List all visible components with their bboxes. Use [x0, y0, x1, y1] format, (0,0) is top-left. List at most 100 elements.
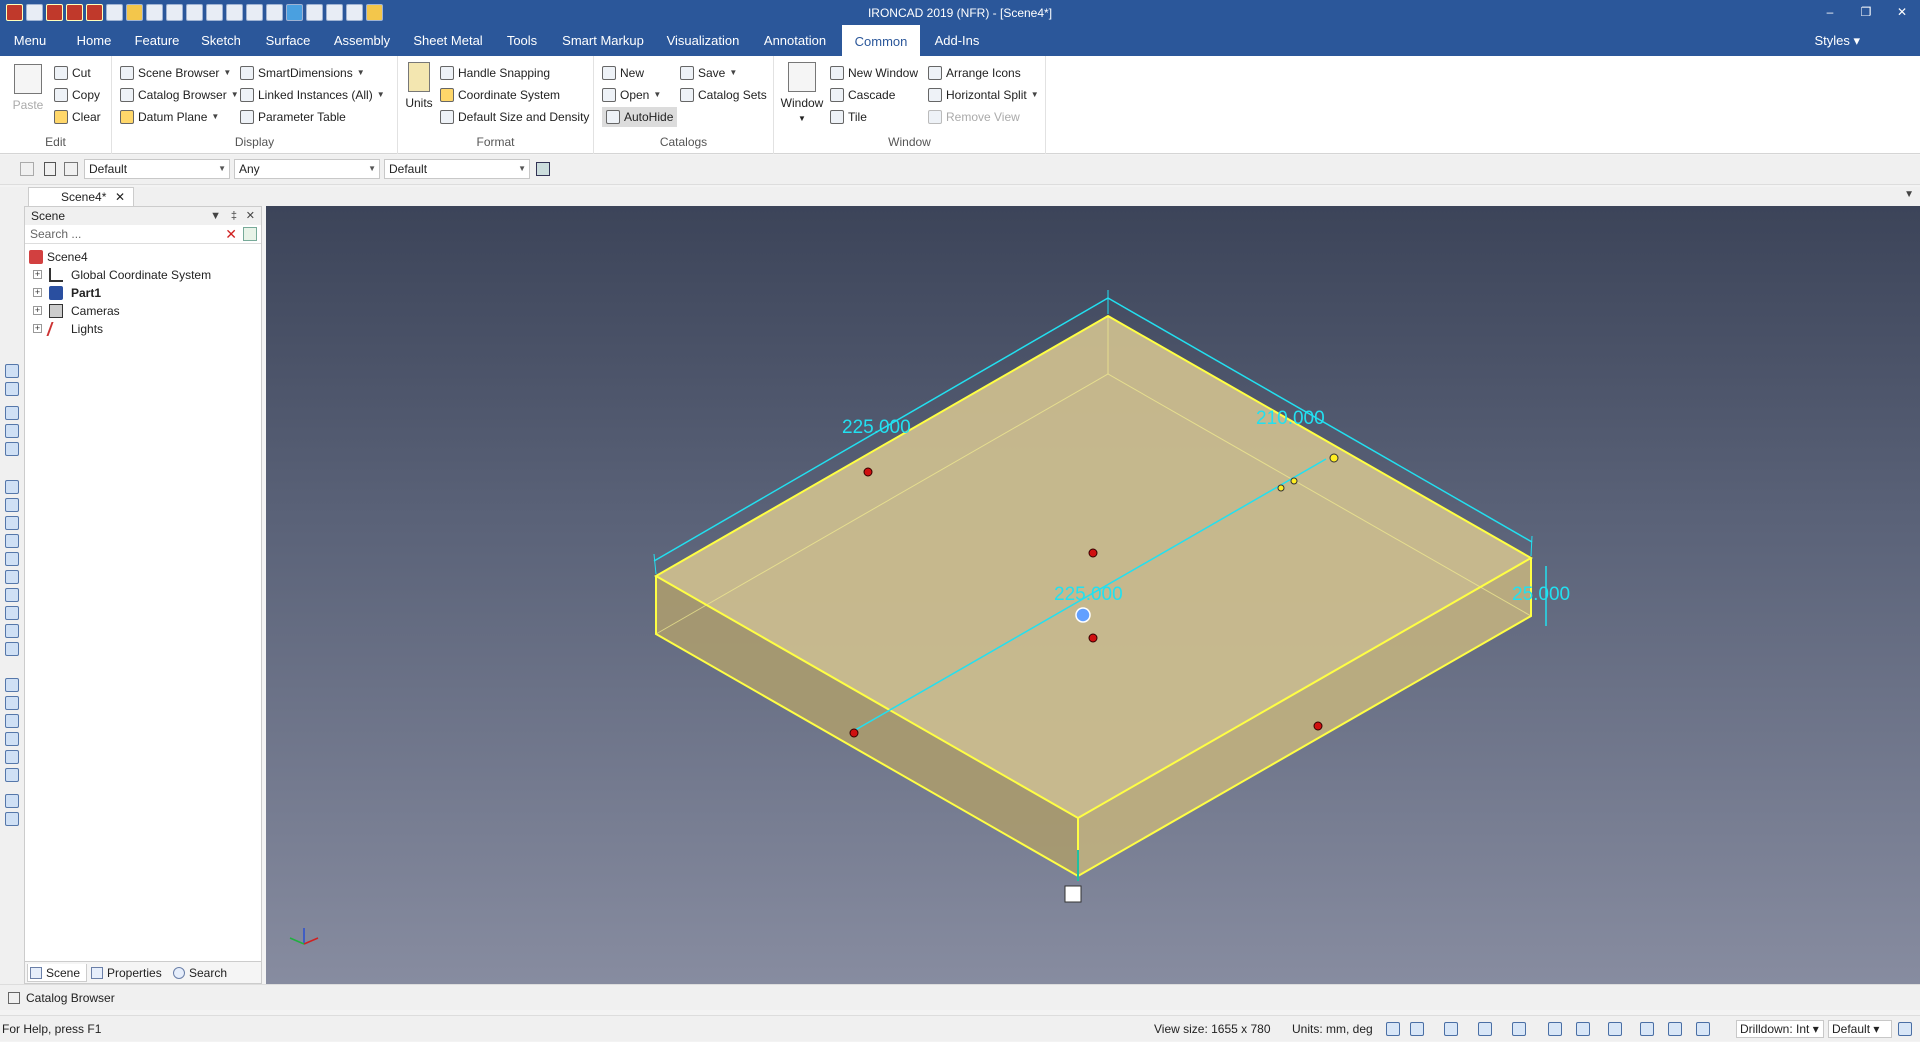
close-button[interactable]: ✕ [1884, 0, 1920, 25]
select-arrow-icon[interactable] [20, 162, 34, 176]
filter-icon[interactable] [243, 227, 257, 241]
tree-item-cameras[interactable]: + Cameras [25, 302, 261, 320]
styles-menu[interactable]: Styles ▾ [1814, 33, 1860, 49]
anchor-icon[interactable] [1064, 885, 1082, 903]
tab-scene[interactable]: Scene [27, 964, 87, 982]
expand-icon[interactable]: + [33, 288, 42, 297]
anchor-handle[interactable] [1075, 607, 1091, 623]
drilldown-select[interactable]: Drilldown: Int ▾ [1736, 1020, 1824, 1038]
cut-button[interactable]: Cut [54, 63, 91, 83]
tool-4-icon[interactable] [5, 424, 19, 438]
scene-search-input[interactable]: Search ... ✕ [25, 225, 261, 244]
tab-home[interactable]: Home [70, 25, 118, 56]
tool-22-icon[interactable] [5, 794, 19, 808]
clear-search-icon[interactable]: ✕ [225, 227, 237, 241]
catalog-sets-button[interactable]: Catalog Sets [680, 85, 767, 105]
tool-21-icon[interactable] [5, 768, 19, 782]
restore-button[interactable]: ❐ [1848, 0, 1884, 25]
size-handle[interactable] [1277, 484, 1285, 492]
size-handle[interactable] [863, 467, 873, 477]
tool-6-icon[interactable] [5, 480, 19, 494]
expand-icon[interactable]: + [33, 324, 42, 333]
parameter-table-button[interactable]: Parameter Table [240, 107, 346, 127]
size-handle[interactable] [1313, 721, 1323, 731]
standard-view-icon[interactable] [1478, 1022, 1492, 1036]
close-tab-icon[interactable]: ✕ [115, 188, 125, 206]
cascade-button[interactable]: Cascade [830, 85, 895, 105]
doc-tab-scene4[interactable]: Scene4* ✕ [28, 187, 134, 206]
arrange-icons-button[interactable]: Arrange Icons [928, 63, 1021, 83]
handle-snapping-button[interactable]: Handle Snapping [440, 63, 550, 83]
catalog-browser-bar[interactable]: Catalog Browser [0, 984, 1920, 1010]
grid-icon[interactable] [1668, 1022, 1682, 1036]
light-icon[interactable] [1576, 1022, 1590, 1036]
catalog-save-button[interactable]: Save ▼ [680, 63, 737, 83]
size-handle[interactable] [1329, 453, 1339, 463]
combo-default-2[interactable]: Default ▼ [384, 159, 530, 179]
tree-view-icon[interactable] [1898, 1022, 1912, 1036]
tool-10-icon[interactable] [5, 552, 19, 566]
datum-plane-button[interactable]: Datum Plane ▼ [120, 107, 219, 127]
coordinate-system-button[interactable]: Coordinate System [440, 85, 560, 105]
tree-item-lights[interactable]: + Lights [25, 320, 261, 338]
tree-item-global-coordinate-system[interactable]: + Global Coordinate System [25, 266, 261, 284]
panel-close-icon[interactable]: ✕ [246, 207, 255, 225]
tree-item-scene4[interactable]: Scene4 [25, 248, 261, 266]
units-button[interactable]: Units [402, 62, 436, 110]
pin-icon[interactable]: ‡ [231, 207, 237, 225]
tool-20-icon[interactable] [5, 750, 19, 764]
view-cube-icon[interactable] [1444, 1022, 1458, 1036]
clear-button[interactable]: Clear [54, 107, 101, 127]
tree-item-part1[interactable]: + Part1 [25, 284, 261, 302]
combo-default-1[interactable]: Default ▼ [84, 159, 230, 179]
remove-view-button[interactable]: Remove View [928, 107, 1020, 127]
3d-viewport[interactable]: 225.000 210.000 225.000 25.000 [266, 206, 1920, 984]
tab-feature[interactable]: Feature [132, 25, 182, 56]
tool-1-icon[interactable] [5, 364, 19, 378]
dimension-label-center[interactable]: 225.000 [1054, 584, 1123, 605]
tab-surface[interactable]: Surface [260, 25, 316, 56]
tab-smart-markup[interactable]: Smart Markup [558, 25, 648, 56]
tab-common[interactable]: Common [842, 25, 920, 56]
expand-icon[interactable]: + [33, 270, 42, 279]
select-pointer-icon[interactable] [1696, 1022, 1710, 1036]
paste-button[interactable]: Paste [10, 64, 46, 112]
minimize-button[interactable]: – [1812, 0, 1848, 25]
tool-11-icon[interactable] [5, 570, 19, 584]
tool-3-icon[interactable] [5, 406, 19, 420]
tool-9-icon[interactable] [5, 534, 19, 548]
tool-5-icon[interactable] [5, 442, 19, 456]
default-size-density-button[interactable]: Default Size and Density [440, 107, 589, 127]
tool-7-icon[interactable] [5, 498, 19, 512]
rotate-icon[interactable] [1512, 1022, 1526, 1036]
tab-sketch[interactable]: Sketch [196, 25, 246, 56]
catalog-browser-button[interactable]: Catalog Browser ▼ [120, 85, 239, 105]
size-handle[interactable] [849, 728, 859, 738]
tool-17-icon[interactable] [5, 696, 19, 710]
tool-23-icon[interactable] [5, 812, 19, 826]
tool-18-icon[interactable] [5, 714, 19, 728]
zoom-icon[interactable] [1386, 1022, 1400, 1036]
section-icon[interactable] [1608, 1022, 1622, 1036]
tool-19-icon[interactable] [5, 732, 19, 746]
zoom-window-icon[interactable] [1410, 1022, 1424, 1036]
size-handle[interactable] [1088, 633, 1098, 643]
horizontal-split-button[interactable]: Horizontal Split ▼ [928, 85, 1039, 105]
catalog-new-button[interactable]: New [602, 63, 644, 83]
box-top-face[interactable] [656, 316, 1531, 818]
tab-properties[interactable]: Properties [89, 964, 169, 982]
linked-instances-button[interactable]: Linked Instances (All) ▼ [240, 85, 385, 105]
autohide-button[interactable]: AutoHide [602, 107, 678, 127]
tab-menu[interactable]: Menu [4, 25, 56, 56]
tool-13-icon[interactable] [5, 606, 19, 620]
window-button[interactable]: Window ▼ [780, 62, 824, 124]
dimension-label-height[interactable]: 25.000 [1512, 584, 1570, 605]
tab-add-ins[interactable]: Add-Ins [930, 25, 984, 56]
dimension-label-top-left[interactable]: 225.000 [842, 417, 911, 438]
new-window-button[interactable]: New Window [830, 63, 918, 83]
combo-any[interactable]: Any ▼ [234, 159, 380, 179]
copy-button[interactable]: Copy [54, 85, 100, 105]
display-mode-icon[interactable] [1640, 1022, 1654, 1036]
style-select[interactable]: Default ▾ [1828, 1020, 1892, 1038]
panel-menu-icon[interactable]: ▼ [210, 207, 221, 225]
